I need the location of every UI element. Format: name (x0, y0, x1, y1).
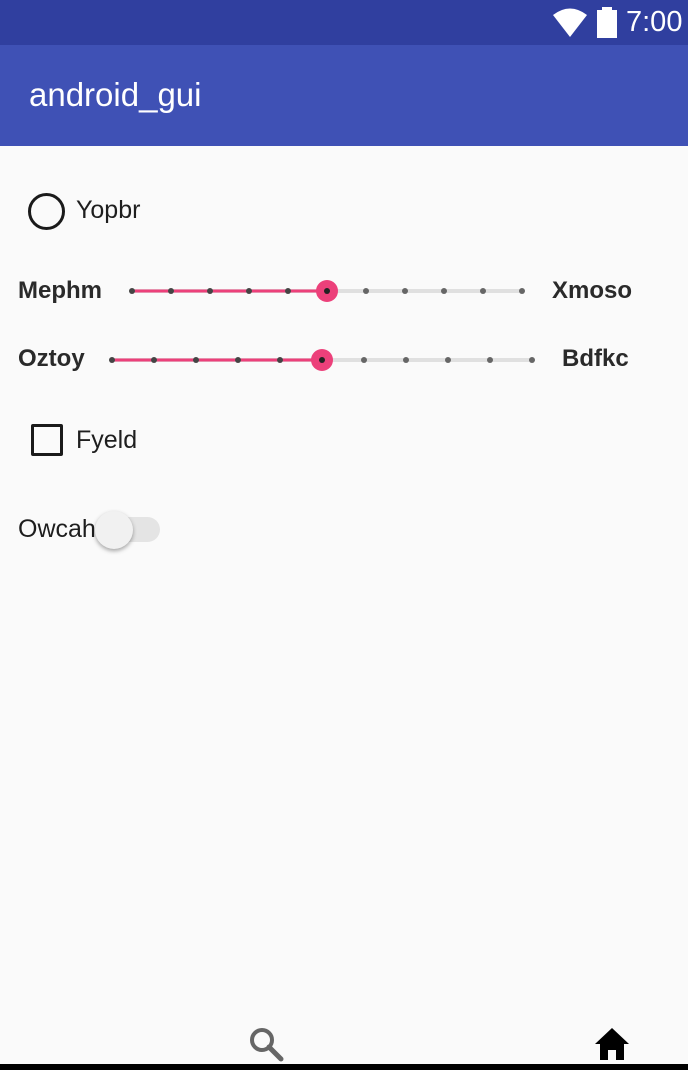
slider-tick (361, 357, 367, 363)
slider-tick (403, 357, 409, 363)
slider-tick (277, 357, 283, 363)
slider-1-min-label: Mephm (18, 277, 102, 304)
slider-thumb-tick (324, 288, 330, 294)
radio-circle[interactable] (28, 193, 65, 230)
slider-1[interactable] (120, 271, 540, 311)
battery-icon (596, 7, 618, 44)
slider-tick (487, 357, 493, 363)
wifi-icon (552, 8, 588, 43)
status-bar: 7:00 (0, 0, 688, 45)
navigation-bar (0, 1064, 688, 1070)
slider-tick (363, 288, 369, 294)
slider-2-min-label: Oztoy (18, 345, 85, 372)
slider-tick (151, 357, 157, 363)
radio-label: Yopbr (76, 196, 141, 224)
slider-tick (402, 288, 408, 294)
slider-tick (207, 288, 213, 294)
search-icon[interactable] (248, 1026, 286, 1069)
slider-tick (109, 357, 115, 363)
slider-tick (235, 357, 241, 363)
slider-tick (129, 288, 135, 294)
slider-tick (445, 357, 451, 363)
app-title: android_gui (29, 76, 202, 113)
slider-tick (480, 288, 486, 294)
switch-label: Owcah (18, 515, 96, 543)
slider-1-max-label: Xmoso (552, 277, 633, 304)
slider-tick (246, 288, 252, 294)
slider-thumb-tick (319, 357, 325, 363)
slider-2-max-label: Bdfkc (562, 345, 629, 372)
slider-2[interactable] (100, 340, 550, 380)
slider-tick (529, 357, 535, 363)
slider-tick (168, 288, 174, 294)
switch-thumb[interactable] (95, 511, 133, 549)
slider-tick (441, 288, 447, 294)
status-time: 7:00 (626, 6, 683, 38)
app-bar: android_gui (0, 45, 688, 146)
slider-tick (193, 357, 199, 363)
checkbox-fyeld[interactable] (31, 424, 63, 456)
home-icon[interactable] (594, 1027, 630, 1066)
slider-tick (519, 288, 525, 294)
slider-tick (285, 288, 291, 294)
checkbox-label: Fyeld (76, 426, 138, 454)
